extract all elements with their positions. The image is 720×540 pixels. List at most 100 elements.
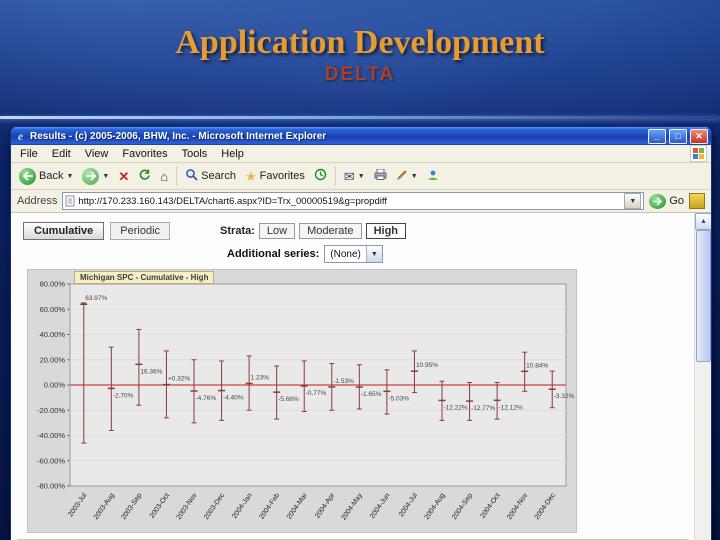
svg-text:2004-Mar: 2004-Mar bbox=[286, 492, 309, 521]
additional-series-select[interactable]: (None) ▼ bbox=[324, 245, 383, 263]
svg-text:10.95%: 10.95% bbox=[416, 362, 438, 369]
messenger-button[interactable] bbox=[424, 168, 442, 185]
view-controls-row: Cumulative Periodic Strata: Low Moderate… bbox=[23, 222, 407, 240]
svg-text:16.36%: 16.36% bbox=[140, 368, 162, 375]
svg-text:80.00%: 80.00% bbox=[40, 280, 66, 289]
svg-text:2003-Dec: 2003-Dec bbox=[203, 492, 226, 521]
svg-text:2004-Aug: 2004-Aug bbox=[423, 492, 446, 521]
stop-icon: ✕ bbox=[118, 168, 130, 184]
menu-favorites[interactable]: Favorites bbox=[115, 147, 174, 161]
svg-text:60.00%: 60.00% bbox=[40, 305, 66, 314]
address-dropdown-button[interactable]: ▼ bbox=[624, 193, 642, 209]
strata-option-low[interactable]: Low bbox=[258, 223, 296, 239]
svg-text:-80.00%: -80.00% bbox=[37, 482, 65, 491]
strata-option-moderate[interactable]: Moderate bbox=[299, 223, 362, 239]
svg-text:-12.77%: -12.77% bbox=[471, 405, 495, 412]
chevron-down-icon: ▼ bbox=[365, 246, 382, 262]
close-button[interactable]: ✕ bbox=[690, 128, 708, 144]
internet-explorer-icon: e bbox=[17, 128, 24, 143]
title-divider-line bbox=[0, 116, 720, 119]
menu-view[interactable]: View bbox=[78, 147, 116, 161]
svg-text:10.84%: 10.84% bbox=[526, 362, 548, 369]
search-label: Search bbox=[201, 170, 236, 182]
edit-button[interactable]: ▼ bbox=[393, 168, 421, 185]
print-icon bbox=[374, 168, 387, 183]
messenger-icon bbox=[427, 169, 439, 184]
forward-icon bbox=[82, 167, 100, 185]
print-button[interactable] bbox=[371, 168, 390, 184]
refresh-button[interactable] bbox=[135, 167, 154, 185]
vertical-scrollbar[interactable]: ▲ ▼ bbox=[694, 213, 711, 540]
strata-option-high[interactable]: High bbox=[365, 223, 407, 239]
svg-text:-20.00%: -20.00% bbox=[37, 406, 65, 415]
history-icon bbox=[314, 168, 327, 184]
maximize-button[interactable]: □ bbox=[669, 128, 687, 144]
stop-button[interactable]: ✕ bbox=[115, 169, 132, 184]
svg-text:-0.77%: -0.77% bbox=[306, 390, 327, 397]
periodic-button[interactable]: Periodic bbox=[110, 222, 171, 240]
cumulative-button[interactable]: Cumulative bbox=[23, 222, 105, 240]
svg-text:-12.22%: -12.22% bbox=[444, 404, 468, 411]
additional-series-row: Additional series: (None) ▼ bbox=[227, 245, 383, 263]
svg-text:+0.32%: +0.32% bbox=[168, 376, 190, 383]
svg-text:-4.40%: -4.40% bbox=[223, 395, 244, 402]
page-icon bbox=[65, 195, 75, 207]
menu-tools[interactable]: Tools bbox=[175, 147, 215, 161]
address-input[interactable]: http://170.233.160.143/DELTA/chart6.aspx… bbox=[62, 192, 645, 210]
svg-text:2004-Oct: 2004-Oct bbox=[479, 492, 501, 520]
svg-text:2004-Sep: 2004-Sep bbox=[451, 492, 474, 521]
menu-help[interactable]: Help bbox=[214, 147, 251, 161]
window-titlebar: e Results - (c) 2005-2006, BHW, Inc. - M… bbox=[11, 127, 711, 145]
svg-text:2004-Feb: 2004-Feb bbox=[258, 492, 281, 521]
svg-text:2004-Jan: 2004-Jan bbox=[231, 492, 254, 520]
menu-bar: File Edit View Favorites Tools Help bbox=[11, 145, 711, 163]
additional-series-label: Additional series: bbox=[227, 248, 320, 260]
presentation-slide: Application Development DELTA e Results … bbox=[0, 0, 720, 540]
back-button[interactable]: Back ▼ bbox=[16, 167, 76, 186]
svg-text:40.00%: 40.00% bbox=[40, 330, 66, 339]
svg-text:-1.65%: -1.65% bbox=[361, 391, 382, 398]
slide-subtitle: DELTA bbox=[324, 64, 396, 85]
spc-chart-svg: 80.00% 60.00% 40.00% 20.00% 0.00% -20.00% -40.… bbox=[37, 280, 574, 522]
back-dropdown-icon: ▼ bbox=[66, 172, 74, 180]
toolbar-separator bbox=[334, 166, 336, 186]
svg-text:-12.12%: -12.12% bbox=[499, 404, 523, 411]
minimize-button[interactable]: _ bbox=[648, 128, 666, 144]
svg-text:2003-Sep: 2003-Sep bbox=[120, 492, 143, 521]
search-button[interactable]: Search bbox=[182, 167, 239, 185]
go-label: Go bbox=[669, 195, 684, 207]
menu-file[interactable]: File bbox=[13, 147, 45, 161]
svg-text:2004-Apr: 2004-Apr bbox=[314, 492, 337, 520]
svg-text:2003-Nov: 2003-Nov bbox=[175, 492, 198, 521]
svg-text:-2.70%: -2.70% bbox=[113, 392, 134, 399]
home-icon: ⌂ bbox=[160, 168, 169, 184]
go-button[interactable]: Go bbox=[649, 193, 684, 209]
windows-logo-icon bbox=[690, 145, 707, 162]
forward-button[interactable]: ▼ bbox=[79, 167, 112, 186]
svg-text:20.00%: 20.00% bbox=[40, 355, 66, 364]
svg-text:-1.53%: -1.53% bbox=[333, 378, 354, 385]
svg-text:-5.66%: -5.66% bbox=[278, 396, 299, 403]
address-bar: Address http://170.233.160.143/DELTA/cha… bbox=[11, 190, 711, 213]
svg-text:-40.00%: -40.00% bbox=[37, 431, 65, 440]
scrollbar-up-button[interactable]: ▲ bbox=[695, 213, 711, 230]
edit-dropdown-icon: ▼ bbox=[410, 172, 418, 180]
toolbar-separator bbox=[176, 166, 178, 186]
favorites-star-icon: ★ bbox=[244, 168, 257, 184]
favorites-button[interactable]: ★ Favorites bbox=[242, 169, 308, 184]
history-button[interactable] bbox=[311, 167, 330, 185]
svg-text:2003-Jul: 2003-Jul bbox=[67, 492, 88, 518]
refresh-icon bbox=[138, 168, 151, 184]
favorites-label: Favorites bbox=[259, 170, 305, 182]
svg-text:2003-Oct: 2003-Oct bbox=[149, 492, 171, 520]
window-title: Results - (c) 2005-2006, BHW, Inc. - Mic… bbox=[30, 130, 327, 142]
svg-text:-4.76%: -4.76% bbox=[196, 395, 217, 402]
home-button[interactable]: ⌂ bbox=[157, 169, 171, 184]
mail-button[interactable]: ✉ ▼ bbox=[341, 169, 368, 184]
search-icon bbox=[185, 168, 198, 184]
svg-text:-60.00%: -60.00% bbox=[37, 456, 65, 465]
svg-text:0.00%: 0.00% bbox=[44, 381, 66, 390]
scrollbar-thumb[interactable] bbox=[696, 230, 711, 362]
chart-title-badge: Michigan SPC - Cumulative - High bbox=[74, 271, 215, 284]
menu-edit[interactable]: Edit bbox=[45, 147, 78, 161]
